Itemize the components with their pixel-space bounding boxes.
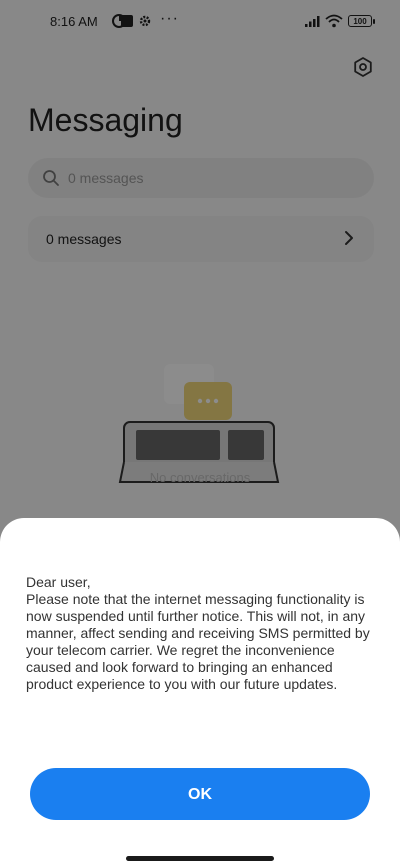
home-indicator[interactable] <box>126 856 274 861</box>
dialog-greeting: Dear user, <box>26 574 91 590</box>
dialog-body: Please note that the internet messaging … <box>26 591 370 692</box>
dialog-message: Dear user, Please note that the internet… <box>26 574 378 693</box>
ok-button[interactable]: OK <box>30 768 370 820</box>
notice-dialog: Dear user, Please note that the internet… <box>0 518 400 866</box>
